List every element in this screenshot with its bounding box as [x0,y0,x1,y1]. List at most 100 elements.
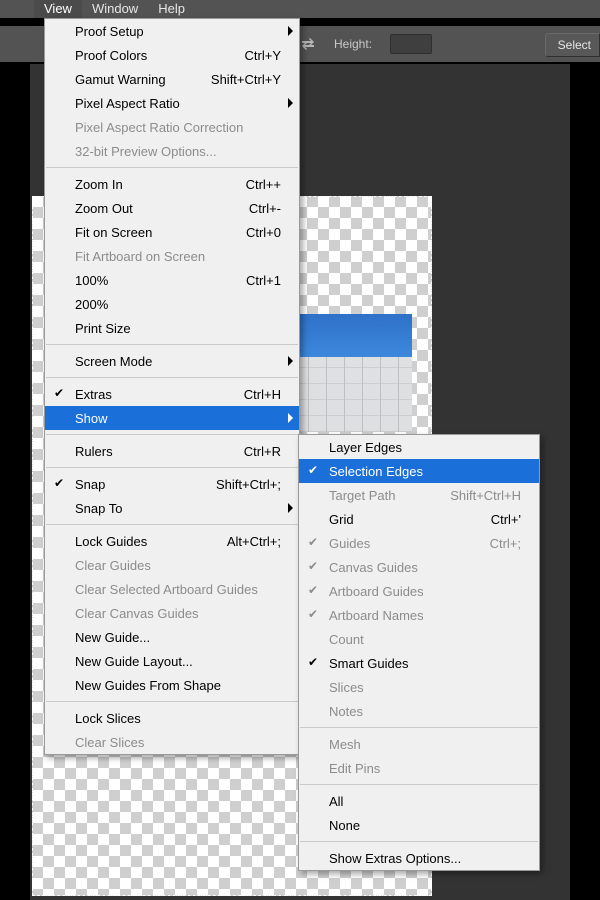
view-menu-item-screen-mode[interactable]: Screen Mode [45,349,299,373]
view-menu-separator [46,524,298,525]
view-menu-item-zoom-out[interactable]: Zoom Out Ctrl+- [45,196,299,220]
check-icon: ✔ [54,476,64,490]
menu-item-label: Canvas Guides [329,560,521,575]
view-menu-item-fit-artboard-on-screen: Fit Artboard on Screen [45,244,299,268]
height-input[interactable] [390,34,432,54]
show-submenu-item-artboard-names: ✔ Artboard Names [299,603,539,627]
show-submenu-item-all[interactable]: All [299,789,539,813]
view-menu-item-snap[interactable]: ✔SnapShift+Ctrl+; [45,472,299,496]
check-icon: ✔ [308,559,318,573]
menu-item-label: Screen Mode [75,354,281,369]
menu-item-label: Print Size [75,321,281,336]
view-menu-item-32-bit-preview-options: 32-bit Preview Options... [45,139,299,163]
menu-item-label: Artboard Names [329,608,521,623]
submenu-arrow-icon [288,356,293,366]
menu-item-label: Layer Edges [329,440,521,455]
view-menu-item-show[interactable]: Show [45,406,299,430]
view-menu-item-pixel-aspect-ratio[interactable]: Pixel Aspect Ratio [45,91,299,115]
menu-item-label: New Guide Layout... [75,654,281,669]
menu-item-label: Snap [75,477,177,492]
menubar-view[interactable]: View [34,0,82,18]
menubar-help[interactable]: Help [148,0,195,18]
view-menu-item-clear-guides: Clear Guides [45,553,299,577]
view-menu-item-extras[interactable]: ✔ExtrasCtrl+H [45,382,299,406]
show-submenu-item-edit-pins: Edit Pins [299,756,539,780]
view-menu-item-proof-colors[interactable]: Proof ColorsCtrl+Y [45,43,299,67]
check-icon: ✔ [308,607,318,621]
menu-item-label: Smart Guides [329,656,521,671]
show-submenu-item-smart-guides[interactable]: ✔ Smart Guides [299,651,539,675]
show-submenu-separator [300,727,538,728]
menu-item-label: Mesh [329,737,521,752]
menu-item-label: New Guides From Shape [75,678,281,693]
menu-item-label: Pixel Aspect Ratio [75,96,281,111]
view-menu-separator [46,344,298,345]
show-submenu-item-notes: Notes [299,699,539,723]
view-menu-item-snap-to[interactable]: Snap To [45,496,299,520]
view-menu-item-new-guides-from-shape[interactable]: New Guides From Shape [45,673,299,697]
menu-item-shortcut: Ctrl+H [201,387,281,402]
view-menu-item-100[interactable]: 100%Ctrl+1 [45,268,299,292]
view-menu-item-rulers[interactable]: RulersCtrl+R [45,439,299,463]
show-submenu-dropdown: Layer Edges ✔ Selection Edges Target Path Sh… [298,434,540,871]
menu-item-label: Extras [75,387,177,402]
menu-item-shortcut: Shift+Ctrl+H [441,488,521,503]
check-icon: ✔ [308,655,318,669]
menu-item-label: Pixel Aspect Ratio Correction [75,120,281,135]
show-submenu-item-canvas-guides: ✔ Canvas Guides [299,555,539,579]
show-submenu-item-selection-edges[interactable]: ✔ Selection Edges [299,459,539,483]
menu-item-label: Rulers [75,444,177,459]
view-menu-item-lock-slices[interactable]: Lock Slices [45,706,299,730]
view-menu-separator [46,467,298,468]
swap-dimensions-icon[interactable] [300,36,316,52]
submenu-arrow-icon [288,503,293,513]
menu-item-label: Target Path [329,488,417,503]
show-submenu-item-none[interactable]: None [299,813,539,837]
menu-item-label: Proof Setup [75,24,281,39]
view-menu-item-fit-on-screen[interactable]: Fit on ScreenCtrl+0 [45,220,299,244]
menu-item-label: Clear Slices [75,735,281,750]
menu-item-shortcut: Ctrl++ [201,177,281,192]
menubar-window[interactable]: Window [82,0,148,18]
view-menu-item-new-guide-layout[interactable]: New Guide Layout... [45,649,299,673]
view-menu-item-clear-canvas-guides: Clear Canvas Guides [45,601,299,625]
show-submenu-separator [300,841,538,842]
view-menu-item-zoom-in[interactable]: Zoom InCtrl++ [45,172,299,196]
show-submenu-item-artboard-guides: ✔Artboard Guides [299,579,539,603]
view-menu-item-gamut-warning[interactable]: Gamut WarningShift+Ctrl+Y [45,67,299,91]
menu-item-label: Clear Canvas Guides [75,606,281,621]
main-menubar: View Window Help [34,0,195,18]
view-menu-item-proof-setup[interactable]: Proof Setup [45,19,299,43]
view-menu-separator [46,701,298,702]
check-icon: ✔ [308,463,318,477]
menu-item-label: Show Extras Options... [329,851,521,866]
view-menu-item-print-size[interactable]: Print Size [45,316,299,340]
view-menu-separator [46,377,298,378]
menu-item-shortcut: Ctrl+1 [201,273,281,288]
menu-item-label: Clear Selected Artboard Guides [75,582,281,597]
view-menu-item-200[interactable]: 200% [45,292,299,316]
show-submenu-separator [300,784,538,785]
select-subject-button[interactable]: Select [545,33,600,57]
view-menu-item-lock-guides[interactable]: Lock GuidesAlt+Ctrl+; [45,529,299,553]
menu-item-shortcut: Ctrl+- [201,201,281,216]
show-submenu-item-show-extras-options[interactable]: Show Extras Options... [299,846,539,870]
show-submenu-item-grid[interactable]: GridCtrl+' [299,507,539,531]
view-menu-item-new-guide[interactable]: New Guide... [45,625,299,649]
menu-item-label: Grid [329,512,417,527]
submenu-arrow-icon [288,413,293,423]
submenu-arrow-icon [288,98,293,108]
menu-item-label: Show [75,411,281,426]
menu-item-label: Gamut Warning [75,72,177,87]
menu-item-shortcut: Ctrl+; [441,536,521,551]
menu-item-label: Artboard Guides [329,584,521,599]
view-menu-separator [46,434,298,435]
view-menu-dropdown: Proof SetupProof ColorsCtrl+YGamut Warni… [44,18,300,755]
show-submenu-item-layer-edges[interactable]: Layer Edges [299,435,539,459]
menu-item-label: Notes [329,704,521,719]
menu-item-label: Zoom Out [75,201,177,216]
menu-item-label: Selection Edges [329,464,521,479]
view-menu-separator [46,167,298,168]
view-menu-item-clear-slices: Clear Slices [45,730,299,754]
menu-item-label: Fit Artboard on Screen [75,249,281,264]
